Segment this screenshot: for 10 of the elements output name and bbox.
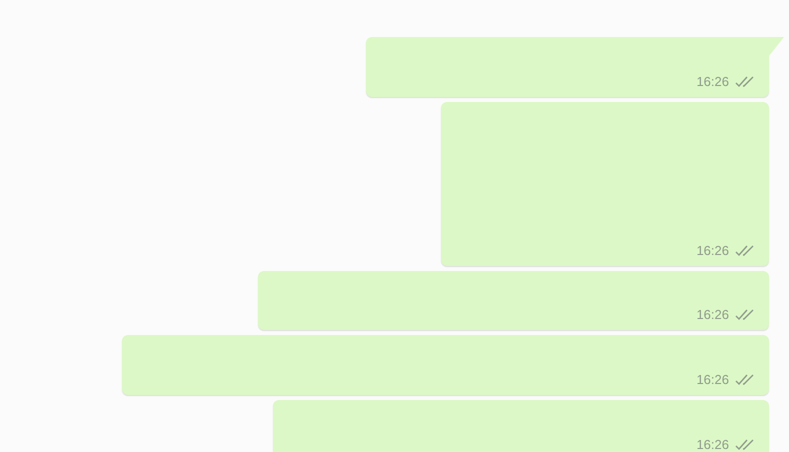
message-time: 16:26: [696, 74, 729, 89]
message-bubble[interactable]: 16:26: [441, 102, 769, 266]
message-bubble[interactable]: 16:26: [366, 37, 769, 97]
message-time: 16:26: [696, 307, 729, 322]
message-time: 16:26: [696, 372, 729, 387]
message-bubble[interactable]: 16:26: [273, 400, 769, 452]
message-time: 16:26: [696, 243, 729, 258]
message-time: 16:26: [696, 437, 729, 452]
message-bubble[interactable]: 16:26: [258, 271, 769, 330]
message-bubble[interactable]: 16:26: [122, 335, 769, 395]
